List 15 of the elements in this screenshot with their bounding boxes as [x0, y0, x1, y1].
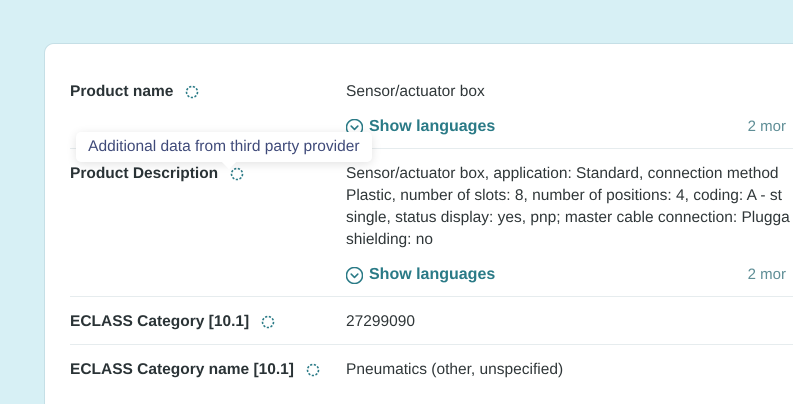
field-value: Sensor/actuator box, application: Standard, connection method Plastic, number of slots: 8, number of positions: 4, coding: A - st single, status display: yes, pnp; master cable connection: Plugga shielding: no — [346, 164, 791, 250]
field-value: Pneumatics (other, unspecified) — [346, 360, 564, 380]
show-languages-link[interactable]: Show languages — [346, 264, 496, 286]
more-languages-count: 2 mor — [748, 265, 786, 285]
dashed-circle-icon[interactable] — [306, 363, 320, 377]
dashed-circle-icon[interactable] — [230, 167, 244, 181]
dashed-circle-icon[interactable] — [185, 85, 200, 99]
field-label: Product Description — [70, 164, 218, 184]
field-label: ECLASS Category [10.1] — [70, 312, 250, 332]
field-label: ECLASS Category name [10.1] — [70, 360, 294, 380]
more-languages-count: 2 mor — [748, 117, 786, 137]
field-label: Product name — [70, 82, 174, 102]
field-value: 27299090 — [346, 312, 416, 332]
field-value: Sensor/actuator box — [346, 82, 486, 102]
dashed-circle-icon[interactable] — [261, 315, 276, 329]
